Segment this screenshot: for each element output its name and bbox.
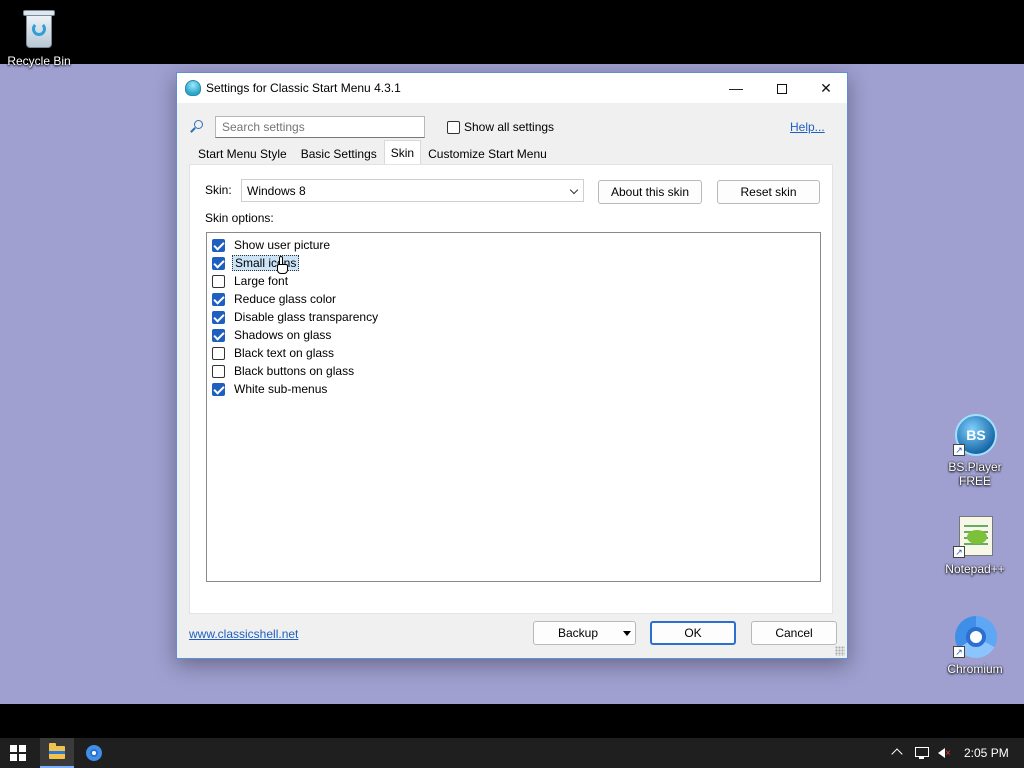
folder-icon bbox=[49, 743, 65, 759]
classic-shell-app-icon bbox=[185, 80, 201, 96]
taskbar-chromium-icon[interactable] bbox=[86, 745, 102, 761]
tab-basic-settings[interactable]: Basic Settings bbox=[294, 142, 384, 164]
classicshell-website-link[interactable]: www.classicshell.net bbox=[189, 627, 298, 641]
search-input[interactable] bbox=[215, 116, 425, 138]
tab-start-menu-style[interactable]: Start Menu Style bbox=[191, 142, 294, 164]
window-title: Settings for Classic Start Menu 4.3.1 bbox=[206, 81, 401, 95]
checkbox-checked-icon[interactable] bbox=[212, 292, 225, 306]
start-icon[interactable] bbox=[10, 745, 26, 761]
settings-dialog: Settings for Classic Start Menu 4.3.1 — … bbox=[176, 72, 848, 659]
option-black-buttons-on-glass[interactable]: Black buttons on glass bbox=[207, 362, 820, 380]
show-hidden-icons-chevron-icon[interactable] bbox=[890, 746, 904, 760]
checkbox-icon[interactable] bbox=[447, 120, 460, 134]
maximize-icon bbox=[777, 84, 787, 95]
taskbar-clock[interactable]: 2:05 PM bbox=[964, 746, 1009, 768]
volume-muted-icon[interactable] bbox=[937, 746, 953, 760]
option-label: Black text on glass bbox=[234, 346, 335, 360]
ok-button[interactable]: OK bbox=[650, 621, 736, 645]
desktop-icon-label: BS.Player FREE bbox=[948, 460, 1002, 488]
option-large-font[interactable]: Large font bbox=[207, 272, 820, 290]
option-disable-glass-transparency[interactable]: Disable glass transparency bbox=[207, 308, 820, 326]
chromium-icon: ↗ bbox=[953, 614, 997, 658]
search-icon bbox=[189, 120, 203, 134]
desktop-icon-label: Notepad++ bbox=[945, 562, 1005, 576]
taskbar: 2:05 PM bbox=[0, 738, 1024, 768]
checkbox-checked-icon[interactable] bbox=[212, 256, 225, 270]
option-reduce-glass-color[interactable]: Reduce glass color bbox=[207, 290, 820, 308]
network-icon[interactable] bbox=[914, 746, 930, 760]
tab-bar: Start Menu Style Basic Settings Skin Cus… bbox=[191, 140, 554, 164]
cancel-button[interactable]: Cancel bbox=[751, 621, 837, 645]
shortcut-arrow-icon: ↗ bbox=[953, 444, 965, 456]
checkbox-checked-icon[interactable] bbox=[212, 238, 225, 252]
checkbox-checked-icon[interactable] bbox=[212, 382, 225, 396]
desktop-icon-label: Chromium bbox=[947, 662, 1003, 676]
option-label: Disable glass transparency bbox=[234, 310, 379, 324]
taskbar-file-explorer[interactable] bbox=[40, 738, 74, 768]
desktop-icon-label: Recycle Bin bbox=[7, 54, 71, 68]
title-bar[interactable]: Settings for Classic Start Menu 4.3.1 — … bbox=[177, 73, 847, 103]
skin-options-label: Skin options: bbox=[205, 211, 274, 225]
show-all-settings-label: Show all settings bbox=[464, 120, 555, 134]
recycle-bin-icon bbox=[22, 8, 56, 50]
resize-grip-icon[interactable] bbox=[835, 646, 845, 656]
skin-dropdown-value: Windows 8 bbox=[247, 184, 306, 198]
option-label: Large font bbox=[234, 274, 289, 288]
screen-bottom-black-band bbox=[0, 704, 1024, 738]
close-button[interactable]: ✕ bbox=[803, 73, 849, 103]
tab-skin[interactable]: Skin bbox=[383, 140, 422, 164]
close-icon: ✕ bbox=[820, 80, 832, 96]
option-label: Reduce glass color bbox=[234, 292, 337, 306]
shortcut-arrow-icon: ↗ bbox=[953, 546, 965, 558]
minimize-button[interactable]: — bbox=[713, 73, 759, 103]
checkbox-icon[interactable] bbox=[212, 274, 225, 288]
about-skin-button[interactable]: About this skin bbox=[598, 180, 702, 204]
reset-skin-button[interactable]: Reset skin bbox=[717, 180, 820, 204]
checkbox-icon[interactable] bbox=[212, 364, 225, 378]
hand-cursor-icon bbox=[277, 256, 289, 274]
option-show-user-picture[interactable]: Show user picture bbox=[207, 236, 820, 254]
option-label: Black buttons on glass bbox=[234, 364, 355, 378]
notepad-plus-plus-icon: ↗ bbox=[953, 514, 997, 558]
show-all-settings-checkbox[interactable]: Show all settings bbox=[447, 120, 554, 134]
desktop-icon-chromium[interactable]: ↗ Chromium bbox=[938, 614, 1012, 676]
option-small-icons[interactable]: Small icons bbox=[207, 254, 820, 272]
checkbox-checked-icon[interactable] bbox=[212, 310, 225, 324]
checkbox-checked-icon[interactable] bbox=[212, 328, 225, 342]
option-label: Shadows on glass bbox=[234, 328, 332, 342]
option-shadows-on-glass[interactable]: Shadows on glass bbox=[207, 326, 820, 344]
desktop-icon-notepad-plus-plus[interactable]: ↗ Notepad++ bbox=[938, 514, 1012, 576]
skin-label: Skin: bbox=[205, 183, 232, 197]
option-white-sub-menus[interactable]: White sub-menus bbox=[207, 380, 820, 398]
bs-player-icon: BS ↗ bbox=[953, 412, 997, 456]
backup-button-label: Backup bbox=[558, 626, 599, 640]
desktop-icon-recycle-bin[interactable]: Recycle Bin bbox=[2, 8, 76, 68]
option-label: Show user picture bbox=[234, 238, 331, 252]
option-label: Small icons bbox=[232, 255, 300, 271]
option-label: White sub-menus bbox=[234, 382, 328, 396]
dropdown-arrow-icon bbox=[623, 631, 631, 636]
skin-options-list[interactable]: Show user picture Small icons Large font… bbox=[206, 232, 821, 582]
checkbox-icon[interactable] bbox=[212, 346, 225, 360]
backup-button[interactable]: Backup bbox=[533, 621, 636, 645]
skin-dropdown[interactable]: Windows 8 bbox=[241, 179, 584, 202]
skin-tab-panel: Skin: Windows 8 About this skin Reset sk… bbox=[189, 164, 833, 614]
tab-customize-start-menu[interactable]: Customize Start Menu bbox=[421, 142, 554, 164]
maximize-button[interactable] bbox=[759, 73, 805, 103]
screen-top-black-band bbox=[0, 0, 1024, 64]
minimize-icon: — bbox=[729, 80, 743, 96]
chevron-down-icon bbox=[569, 185, 579, 195]
shortcut-arrow-icon: ↗ bbox=[953, 646, 965, 658]
desktop-icon-bs-player[interactable]: BS ↗ BS.Player FREE bbox=[938, 412, 1012, 488]
help-link[interactable]: Help... bbox=[790, 120, 825, 134]
option-black-text-on-glass[interactable]: Black text on glass bbox=[207, 344, 820, 362]
